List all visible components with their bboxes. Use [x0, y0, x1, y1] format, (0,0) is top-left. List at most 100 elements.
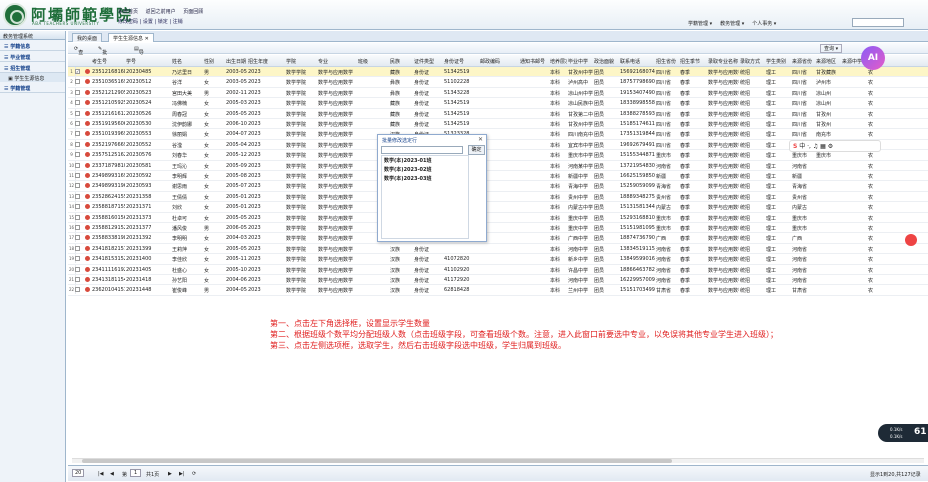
page-size-select[interactable]: 20: [72, 469, 85, 477]
table-row[interactable]: 13 23528624155 20231358 王倩倩女 2005-01 2023 数学学院…: [68, 191, 928, 203]
table-row[interactable]: 5 23512161612 20230526 周春冠女 2005-05 2023 数学学院数…: [68, 108, 928, 119]
class-option[interactable]: 数学(本)2023-03班: [382, 174, 468, 183]
column-header[interactable]: 证件类型: [414, 58, 443, 65]
page-input[interactable]: 1: [130, 469, 142, 477]
class-search-input[interactable]: [381, 146, 463, 154]
row-checkbox[interactable]: [75, 121, 80, 126]
scroll-thumb[interactable]: [82, 459, 672, 463]
table-row[interactable]: 15 23588160156 20231373 杜卓可女 2005-05 2023 数学学院…: [68, 212, 928, 223]
row-checkbox[interactable]: [75, 287, 80, 293]
row-checkbox[interactable]: [75, 193, 80, 199]
table-row[interactable]: 10 23371879810 20230581 王玛沁女 2005-09 2023 数学学院…: [68, 160, 928, 171]
nav-review[interactable]: 页面回顾: [183, 9, 203, 15]
table-row[interactable]: 22 23620104151 20231448 崔俊峰男 2004-05 2023 数学学院…: [68, 285, 928, 296]
column-header[interactable]: 招生季节: [680, 58, 707, 65]
column-header[interactable]: 班级: [358, 58, 389, 65]
query-button[interactable]: ⟳ 查询: [74, 46, 83, 63]
column-header[interactable]: 学号: [126, 58, 171, 65]
row-checkbox[interactable]: [75, 141, 80, 147]
menu-status[interactable]: 学籍管理 ▾: [688, 20, 712, 27]
column-header[interactable]: 邮政编码: [480, 58, 519, 65]
ai-assistant-icon[interactable]: AI: [861, 46, 885, 70]
row-checkbox[interactable]: [75, 204, 80, 210]
last-page-icon[interactable]: ▶|: [179, 471, 185, 477]
row-checkbox[interactable]: [75, 110, 80, 116]
sidebar-group-management[interactable]: ☰ 学籍管理: [0, 82, 65, 93]
sidebar-group-records[interactable]: ☰ 学籍信息: [0, 40, 65, 51]
row-checkbox[interactable]: [75, 131, 80, 137]
column-header[interactable]: 毕业中学: [568, 58, 593, 65]
row-checkbox[interactable]: [75, 89, 80, 95]
row-checkbox[interactable]: [75, 162, 80, 168]
row-checkbox[interactable]: ✓: [75, 69, 80, 74]
pin-icon[interactable]: [905, 234, 917, 246]
nav-back[interactable]: 返回之前用户: [146, 9, 176, 15]
row-checkbox[interactable]: [75, 173, 80, 178]
row-checkbox[interactable]: [75, 79, 80, 85]
table-row[interactable]: 4 23512105925 20230524 冯佛楠女 2005-03 2023 数学学院数…: [68, 98, 928, 109]
sidebar-group-graduation[interactable]: ☰ 毕业管理: [0, 51, 65, 62]
column-header[interactable]: 姓名: [172, 58, 203, 65]
refresh-icon[interactable]: ⟳: [192, 471, 196, 477]
column-header[interactable]: 考生号: [92, 58, 125, 65]
horizontal-scrollbar[interactable]: [72, 458, 924, 463]
column-header[interactable]: 专业: [318, 58, 357, 65]
table-row[interactable]: 16 23588129152 20231377 潘风俊男 2006-05 2023 数学学院…: [68, 223, 928, 234]
column-header[interactable]: 来源省份: [792, 58, 815, 65]
table-row[interactable]: 6 23519195606 20230530 沈伊韵娜女 2006-10 2023 数学学院…: [68, 119, 928, 130]
prev-page-icon[interactable]: ◀: [110, 471, 114, 477]
filter-dropdown[interactable]: 查询 ▾: [820, 44, 843, 53]
table-row[interactable]: 3 23521212905 20230523 宫田大美男 2002-11 2023 数学学院…: [68, 87, 928, 99]
row-checkbox[interactable]: [75, 152, 80, 158]
column-header[interactable]: 培养层次: [550, 58, 567, 65]
tab-student-source[interactable]: 学生生源信息 ✕: [108, 33, 154, 42]
sidebar-group-enrollment[interactable]: ☰ 招生管理: [0, 62, 65, 73]
next-page-icon[interactable]: ▶: [168, 471, 172, 477]
column-header[interactable]: 身份证号: [444, 58, 479, 65]
row-checkbox[interactable]: [75, 183, 80, 189]
row-checkbox[interactable]: [75, 100, 80, 106]
row-checkbox[interactable]: [75, 214, 80, 220]
column-header[interactable]: 通知书邮号: [520, 58, 549, 65]
ime-toolbar[interactable]: S 中 ·, ♫ ▦ ⚙: [789, 140, 881, 152]
table-row[interactable]: 11 23498993169 20230592 李明辉女 2005-08 2023 数学学院…: [68, 171, 928, 182]
first-page-icon[interactable]: |◀: [98, 471, 104, 477]
column-header[interactable]: 联系电话: [620, 58, 655, 65]
batch-assign-button[interactable]: ✎ 批量分配: [98, 46, 107, 77]
account-links[interactable]: 修改密码 | 设置 | 锁定 | 注销: [118, 18, 183, 25]
column-header[interactable]: 录取专业名称: [708, 58, 739, 65]
column-header[interactable]: 学生类别: [766, 58, 791, 65]
column-header[interactable]: 性别: [204, 58, 225, 65]
column-header[interactable]: 招生年度: [248, 58, 285, 65]
row-checkbox[interactable]: [75, 277, 80, 282]
table-row[interactable]: 21 23413181154 20231418 孙艺阳女 2004-06 2023 数学学院…: [68, 275, 928, 286]
table-row[interactable]: 14 23588187155 20231371 刘欣女 2005-01 2023 数学学院数…: [68, 202, 928, 213]
table-row[interactable]: 7 23510193969 20230553 徐丽娟女 2004-07 2023 数学学院数…: [68, 129, 928, 140]
table-row[interactable]: 17 23588338198 20231392 李明明女 2004-03 2023 数学学院…: [68, 233, 928, 244]
tab-desktop[interactable]: 我的桌面: [72, 33, 103, 42]
menu-personal[interactable]: 个人事务 ▾: [752, 20, 776, 27]
row-checkbox[interactable]: [75, 235, 80, 241]
sidebar-item-student-source[interactable]: ▣ 学生生源信息: [0, 73, 65, 82]
export-button[interactable]: ▤ 导出: [134, 46, 144, 63]
close-icon[interactable]: ✕: [478, 136, 483, 143]
row-checkbox[interactable]: [75, 266, 80, 272]
column-header[interactable]: 录取方式: [740, 58, 765, 65]
row-checkbox[interactable]: [75, 245, 80, 251]
table-row[interactable]: 12 23498993196 20230593 谢思雨女 2005-07 2023 数学学院…: [68, 181, 928, 192]
table-row[interactable]: 20 23411116192 20231405 杜盛心女 2005-10 2023 数学学院…: [68, 264, 928, 275]
column-header[interactable]: 民族: [390, 58, 413, 65]
class-option[interactable]: 数学(本)2023-02班: [382, 165, 468, 174]
top-select[interactable]: [852, 18, 904, 27]
class-option[interactable]: 数学(本)2023-01班: [382, 156, 468, 165]
row-checkbox[interactable]: [75, 256, 80, 262]
confirm-button[interactable]: 确定: [468, 145, 485, 155]
row-checkbox[interactable]: [75, 225, 80, 230]
menu-academic[interactable]: 教务管理 ▾: [720, 20, 744, 27]
column-header[interactable]: 招生省份: [656, 58, 679, 65]
column-header[interactable]: 出生日期: [226, 58, 247, 65]
table-row[interactable]: 1 ✓ 23512168168 20230485 乃达里日男 2003-05 2023 数学学…: [68, 67, 928, 78]
table-row[interactable]: 19 23418153152 20231400 李佳欣女 2005-11 2023 数学学院…: [68, 254, 928, 265]
column-header[interactable]: 学院: [286, 58, 317, 65]
table-row[interactable]: 18 23418182157 20231399 王莉萍女 2005-05 2023 数学学院…: [68, 243, 928, 255]
